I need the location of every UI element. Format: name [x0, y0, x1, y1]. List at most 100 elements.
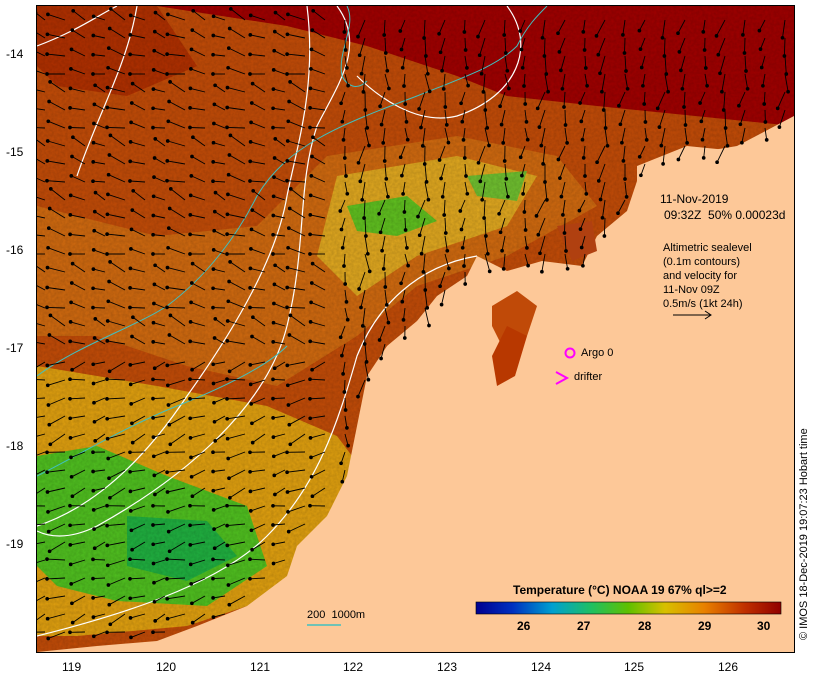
velocity-arrow-head — [440, 194, 445, 199]
velocity-arrow — [783, 37, 786, 57]
velocity-arrow-head — [624, 69, 628, 73]
velocity-arrow-head — [596, 179, 601, 183]
velocity-arrow-head — [585, 83, 589, 88]
velocity-arrow-head — [383, 51, 388, 55]
velocity-arrow-head — [152, 599, 157, 604]
velocity-arrow-head — [465, 66, 469, 70]
velocity-arrow-head — [226, 65, 230, 70]
velocity-arrow-head — [165, 596, 170, 601]
velocity-arrow-head — [622, 51, 627, 55]
velocity-arrow-head — [129, 120, 133, 125]
velocity-arrow-head — [377, 338, 382, 342]
velocity-arrow-head — [463, 282, 468, 286]
velocity-arrow-head — [68, 562, 73, 567]
velocity-arrow-head — [343, 48, 348, 52]
velocity-arrow-head — [248, 52, 252, 57]
velocity-arrow-head — [700, 137, 705, 142]
velocity-arrow-head — [683, 123, 688, 127]
velocity-arrow-head — [105, 397, 109, 401]
velocity-arrow-head — [764, 138, 769, 142]
velocity-arrow-head — [485, 251, 490, 256]
velocity-arrow-head — [539, 143, 544, 148]
velocity-arrow-head — [226, 192, 230, 197]
velocity-arrow-head — [356, 394, 360, 399]
velocity-arrow-head — [69, 455, 73, 460]
velocity-arrow-head — [506, 194, 510, 199]
velocity-arrow-head — [685, 141, 689, 145]
velocity-arrow-head — [437, 31, 441, 36]
velocity-arrow-head — [639, 173, 643, 178]
velocity-arrow-head — [45, 32, 50, 37]
velocity-arrow-head — [91, 381, 96, 386]
velocity-arrow-head — [212, 102, 217, 107]
altimetry-line-3: and velocity for — [663, 270, 737, 282]
velocity-arrow-head — [211, 576, 215, 581]
velocity-arrow-head — [440, 68, 444, 73]
velocity-arrow-head — [68, 543, 73, 547]
velocity-arrow-head — [153, 263, 157, 268]
map-frame[interactable]: 11-Nov-2019 09:32Z 50% 0.00023d Altimetr… — [36, 5, 795, 653]
velocity-arrow-head — [309, 455, 313, 460]
velocity-arrow-head — [720, 89, 724, 94]
sst-map[interactable] — [37, 6, 794, 652]
velocity-arrow-head — [225, 543, 230, 548]
velocity-arrow-head — [522, 84, 526, 88]
velocity-arrow-head — [272, 29, 277, 34]
velocity-arrow-head — [129, 635, 133, 640]
velocity-arrow-head — [701, 156, 706, 160]
velocity-arrow-head — [346, 83, 350, 88]
velocity-arrow-head — [166, 119, 171, 124]
velocity-arrow-head — [211, 508, 216, 512]
velocity-arrow-head — [225, 436, 230, 441]
velocity-arrow-head — [91, 469, 95, 474]
velocity-arrow-head — [285, 159, 290, 163]
velocity-arrow-head — [190, 620, 195, 625]
velocity-arrow-head — [188, 252, 192, 256]
velocity-arrow-head — [581, 30, 586, 34]
velocity-arrow-head — [47, 99, 51, 104]
velocity-arrow-head — [366, 377, 371, 382]
velocity-arrow-head — [556, 157, 561, 162]
velocity-arrow-head — [379, 122, 384, 127]
velocity-arrow-head — [343, 282, 348, 286]
velocity-arrow-head — [165, 450, 169, 455]
velocity-arrow-head — [502, 33, 507, 37]
velocity-arrow-head — [360, 197, 365, 202]
velocity-arrow-head — [45, 577, 49, 581]
velocity-arrow — [226, 126, 246, 129]
velocity-arrow-head — [93, 439, 98, 443]
velocity-arrow-head — [285, 52, 289, 56]
velocity-arrow-head — [564, 249, 568, 253]
velocity-arrow-head — [213, 317, 218, 321]
velocity-arrow-head — [47, 422, 52, 427]
velocity-arrow-head — [744, 69, 748, 73]
velocity-arrow-head — [129, 101, 134, 105]
velocity-arrow-head — [540, 269, 544, 274]
velocity-arrow-head — [211, 596, 215, 600]
velocity-arrow-head — [68, 436, 73, 440]
velocity-arrow-head — [310, 494, 315, 499]
velocity-arrow-head — [518, 155, 523, 160]
lat-label-16: -16 — [6, 243, 24, 257]
velocity-arrow-head — [359, 305, 363, 310]
velocity-arrow-head — [399, 47, 404, 52]
velocity-arrow-head — [288, 442, 293, 447]
velocity-arrow-head — [565, 141, 569, 145]
velocity-arrow-head — [701, 30, 706, 34]
lat-label-15: -15 — [6, 145, 24, 159]
velocity-arrow-head — [151, 377, 155, 382]
velocity-arrow-head — [309, 474, 314, 479]
velocity-arrow-head — [285, 139, 290, 143]
velocity-arrow-head — [715, 160, 719, 165]
velocity-arrow-head — [679, 68, 683, 73]
velocity-arrow-head — [129, 227, 134, 232]
velocity-arrow-head — [402, 210, 407, 214]
velocity-arrow-head — [559, 68, 563, 73]
velocity-arrow-head — [359, 71, 364, 76]
velocity-arrow-head — [249, 528, 254, 533]
velocity-arrow-head — [758, 47, 763, 51]
velocity-arrow — [129, 307, 146, 309]
velocity-arrow-head — [309, 174, 314, 178]
velocity-arrow-head — [151, 630, 155, 635]
velocity-arrow-head — [676, 31, 680, 36]
